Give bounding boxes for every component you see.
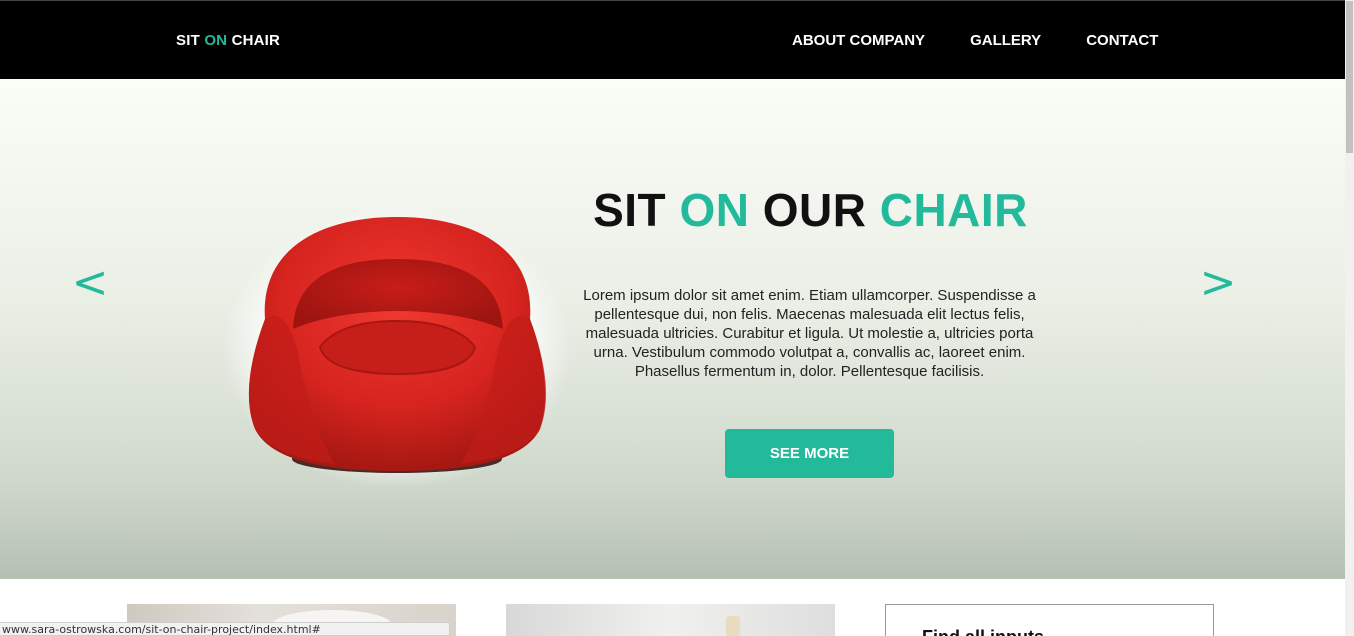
red-armchair-image bbox=[225, 209, 570, 489]
browser-status-url: www.sara-ostrowska.com/sit-on-chair-proj… bbox=[0, 622, 450, 636]
hero-slider: < > SIT ON OUR CHAIR Lorem ipsum dolor s… bbox=[0, 79, 1345, 579]
vertical-scrollbar[interactable] bbox=[1345, 0, 1354, 636]
chevron-left-icon[interactable]: < bbox=[70, 261, 110, 307]
top-navbar: SIT ON CHAIR ABOUT COMPANY GALLERY CONTA… bbox=[0, 0, 1345, 79]
hero-title: SIT ON OUR CHAIR bbox=[578, 183, 1043, 237]
nav-link-gallery[interactable]: GALLERY bbox=[970, 32, 1041, 49]
nav-link-about-company[interactable]: ABOUT COMPANY bbox=[792, 32, 925, 49]
main-nav: ABOUT COMPANY GALLERY CONTACT bbox=[792, 32, 1203, 49]
nav-link-contact[interactable]: CONTACT bbox=[1086, 32, 1158, 49]
find-inputs-title: Find all inputs bbox=[922, 627, 1044, 636]
product-card-image-2[interactable] bbox=[506, 604, 835, 636]
hero-title-word-2: ON bbox=[679, 184, 750, 236]
hero-title-word-4: CHAIR bbox=[879, 184, 1028, 236]
hero-description: Lorem ipsum dolor sit amet enim. Etiam u… bbox=[583, 287, 1036, 380]
logo-part-3: CHAIR bbox=[227, 32, 281, 49]
page: SIT ON CHAIR ABOUT COMPANY GALLERY CONTA… bbox=[0, 0, 1354, 636]
scrollbar-thumb[interactable] bbox=[1346, 1, 1353, 153]
logo-part-accent: ON bbox=[204, 32, 228, 49]
find-inputs-card: Find all inputs bbox=[885, 604, 1214, 636]
hero-title-word-1: SIT bbox=[593, 184, 680, 236]
see-more-button[interactable]: SEE MORE bbox=[725, 429, 894, 478]
logo-part-1: SIT bbox=[176, 32, 205, 49]
decor-object-image bbox=[726, 616, 740, 636]
hero-title-word-3: OUR bbox=[749, 184, 880, 236]
site-logo[interactable]: SIT ON CHAIR bbox=[176, 32, 280, 49]
chevron-right-icon[interactable]: > bbox=[1198, 261, 1238, 307]
